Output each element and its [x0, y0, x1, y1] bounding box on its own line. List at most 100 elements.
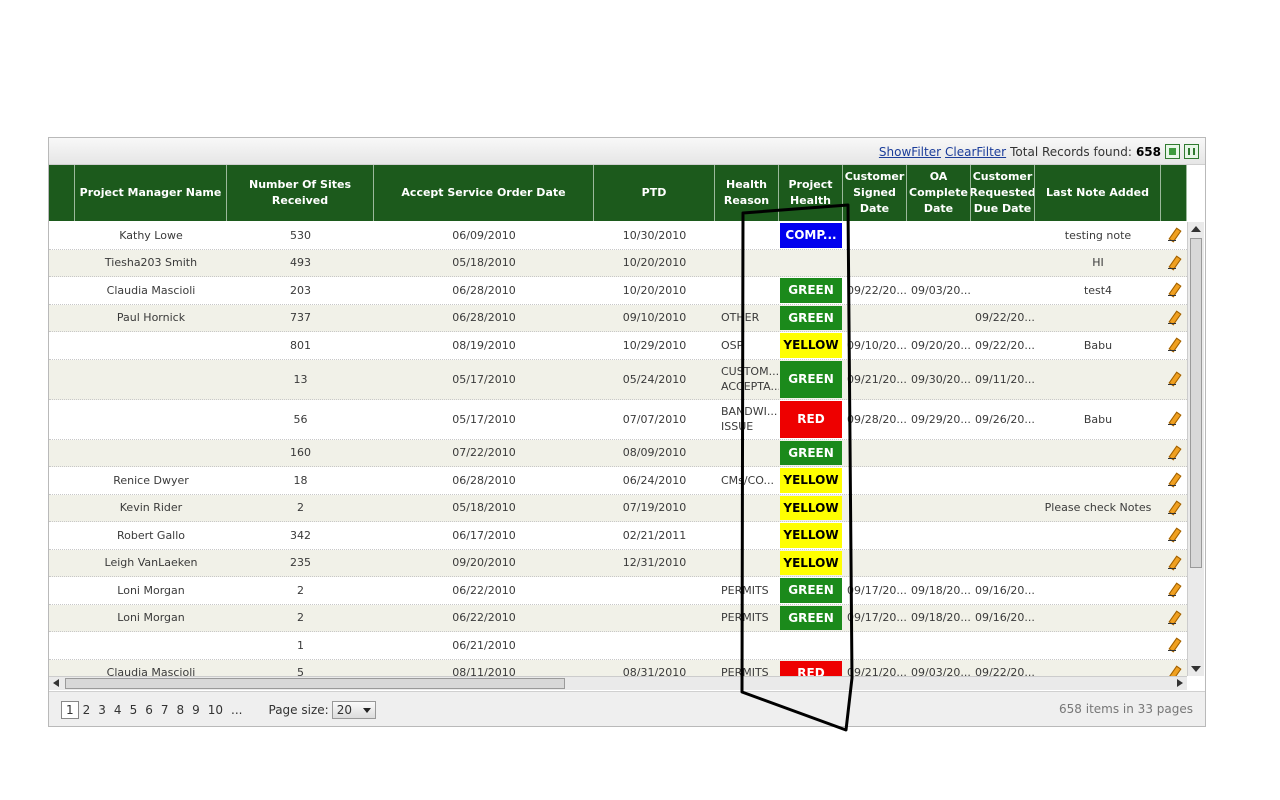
edit-pencil-icon[interactable] — [1167, 311, 1181, 325]
cell-accept: 06/17/2010 — [452, 528, 516, 542]
edit-pencil-icon[interactable] — [1167, 446, 1181, 460]
cell-ptd: 12/31/2010 — [622, 556, 687, 570]
edit-pencil-icon[interactable] — [1167, 283, 1181, 297]
scroll-right-icon[interactable] — [1177, 679, 1183, 687]
scroll-left-icon[interactable] — [53, 679, 59, 687]
edit-pencil-icon[interactable] — [1167, 638, 1181, 652]
horizontal-scroll-thumb[interactable] — [65, 678, 565, 689]
cell-edit — [1161, 400, 1187, 439]
health-badge: GREEN — [780, 578, 842, 603]
page-link[interactable]: 7 — [157, 703, 173, 717]
grid-body: Kathy Lowe 530 06/09/2010 10/30/2010 COMP...… — [49, 222, 1187, 676]
edit-pencil-icon[interactable] — [1167, 228, 1181, 242]
page-link[interactable]: 10 — [204, 703, 227, 717]
edit-pencil-icon[interactable] — [1167, 473, 1181, 487]
cell-due — [971, 632, 1035, 659]
health-badge: RED — [780, 400, 842, 438]
edit-pencil-icon[interactable] — [1167, 583, 1181, 597]
cell-signed: 09/17/20... — [847, 611, 907, 625]
column-header-sites[interactable]: Number Of Sites Received — [227, 165, 374, 221]
scroll-up-icon[interactable] — [1191, 226, 1201, 232]
column-header-label: Number Of Sites Received — [248, 178, 351, 207]
excel-export-all-icon[interactable] — [1184, 144, 1199, 159]
health-badge: GREEN — [780, 360, 842, 398]
table-row[interactable]: Tiesha203 Smith 493 05/18/2010 10/20/2010 HI — [49, 249, 1187, 277]
table-row[interactable]: Renice Dwyer 18 06/28/2010 06/24/2010 CMs/CO… — [49, 467, 1187, 495]
page-link[interactable]: 1 — [61, 701, 79, 719]
cell-sites: 2 — [297, 583, 304, 597]
edit-pencil-icon[interactable] — [1167, 412, 1181, 426]
edit-pencil-icon[interactable] — [1167, 611, 1181, 625]
column-header-pm[interactable]: Project Manager Name — [75, 165, 227, 221]
cell-oa — [907, 550, 971, 577]
cell-reason: CMs/CO... — [721, 473, 774, 487]
cell-health — [779, 250, 843, 277]
column-header-health[interactable]: Project Health — [779, 165, 843, 221]
page-link[interactable]: 3 — [94, 703, 110, 717]
edit-pencil-icon[interactable] — [1167, 501, 1181, 515]
table-row[interactable]: Loni Morgan 2 06/22/2010 PERMITS GREEN 09/17/… — [49, 604, 1187, 632]
cell-health: YELLOW — [779, 467, 843, 494]
health-badge: YELLOW — [780, 550, 842, 575]
cell-ptd — [594, 632, 715, 659]
cell-ptd: 09/10/2010 — [622, 311, 687, 325]
show-filter-link[interactable]: ShowFilter — [879, 145, 941, 159]
edit-pencil-icon[interactable] — [1167, 372, 1181, 386]
column-header-reason[interactable]: Health Reason — [715, 165, 779, 221]
cell-edit — [1161, 660, 1187, 677]
excel-export-icon[interactable] — [1165, 144, 1180, 159]
cell-health: COMP... — [779, 222, 843, 249]
vertical-scrollbar[interactable] — [1187, 222, 1204, 676]
page-link[interactable]: 6 — [141, 703, 157, 717]
cell-ptd: 10/29/2010 — [622, 338, 687, 352]
scroll-down-icon[interactable] — [1191, 666, 1201, 672]
page-link[interactable]: 5 — [126, 703, 142, 717]
page-link[interactable]: 4 — [110, 703, 126, 717]
column-header-signed[interactable]: Customer Signed Date — [843, 165, 907, 221]
table-row[interactable]: Kathy Lowe 530 06/09/2010 10/30/2010 COMP...… — [49, 222, 1187, 250]
column-header-due[interactable]: Customer Requested Due Date — [971, 165, 1035, 221]
edit-pencil-icon[interactable] — [1167, 528, 1181, 542]
cell-sel — [49, 360, 75, 399]
table-row[interactable]: 56 05/17/2010 07/07/2010 BANDWI... ISSUE RED… — [49, 400, 1187, 440]
column-header-oa[interactable]: OA Complete Date — [907, 165, 971, 221]
table-row[interactable]: 1 06/21/2010 — [49, 632, 1187, 660]
page-link[interactable]: 2 — [79, 703, 95, 717]
cell-pm: Loni Morgan — [117, 583, 185, 597]
table-row[interactable]: Claudia Mascioli 5 08/11/2010 08/31/2010 PER… — [49, 659, 1187, 677]
cell-due — [971, 550, 1035, 577]
column-header-accept[interactable]: Accept Service Order Date — [374, 165, 594, 221]
table-row[interactable]: 801 08/19/2010 10/29/2010 OSP YELLOW 09/10/20… — [49, 332, 1187, 360]
edit-pencil-icon[interactable] — [1167, 556, 1181, 570]
edit-pencil-icon[interactable] — [1167, 666, 1181, 676]
table-row[interactable]: Claudia Mascioli 203 06/28/2010 10/20/2010 G… — [49, 277, 1187, 305]
cell-health: YELLOW — [779, 495, 843, 522]
page-size-select[interactable]: 20 — [331, 701, 376, 719]
table-row[interactable]: 160 07/22/2010 08/09/2010 GREEN — [49, 439, 1187, 467]
vertical-scroll-thumb[interactable] — [1190, 238, 1202, 568]
cell-reason: PERMITS — [721, 666, 769, 676]
cell-sel — [49, 605, 75, 632]
page-more-link[interactable]: ... — [227, 703, 246, 717]
column-header-note[interactable]: Last Note Added — [1035, 165, 1161, 221]
edit-pencil-icon[interactable] — [1167, 256, 1181, 270]
table-row[interactable]: Kevin Rider 2 05/18/2010 07/19/2010 YELLOW Pl… — [49, 494, 1187, 522]
cell-health: GREEN — [779, 577, 843, 604]
page-link[interactable]: 9 — [188, 703, 204, 717]
page-link[interactable]: 8 — [172, 703, 188, 717]
cell-signed — [843, 222, 907, 249]
column-header-ptd[interactable]: PTD — [594, 165, 715, 221]
health-badge: GREEN — [780, 440, 842, 465]
clear-filter-link[interactable]: ClearFilter — [945, 145, 1006, 159]
table-row[interactable]: Paul Hornick 737 06/28/2010 09/10/2010 OTHER… — [49, 304, 1187, 332]
cell-edit — [1161, 360, 1187, 399]
horizontal-scrollbar[interactable] — [49, 676, 1187, 690]
table-row[interactable]: 13 05/17/2010 05/24/2010 CUSTOM... ACCEPTA.… — [49, 359, 1187, 400]
cell-accept: 09/20/2010 — [452, 556, 516, 570]
cell-edit — [1161, 605, 1187, 632]
cell-accept: 06/09/2010 — [452, 228, 516, 242]
table-row[interactable]: Robert Gallo 342 06/17/2010 02/21/2011 YELLO… — [49, 522, 1187, 550]
table-row[interactable]: Leigh VanLaeken 235 09/20/2010 12/31/2010 YE… — [49, 549, 1187, 577]
edit-pencil-icon[interactable] — [1167, 338, 1181, 352]
table-row[interactable]: Loni Morgan 2 06/22/2010 PERMITS GREEN 09/17/… — [49, 577, 1187, 605]
